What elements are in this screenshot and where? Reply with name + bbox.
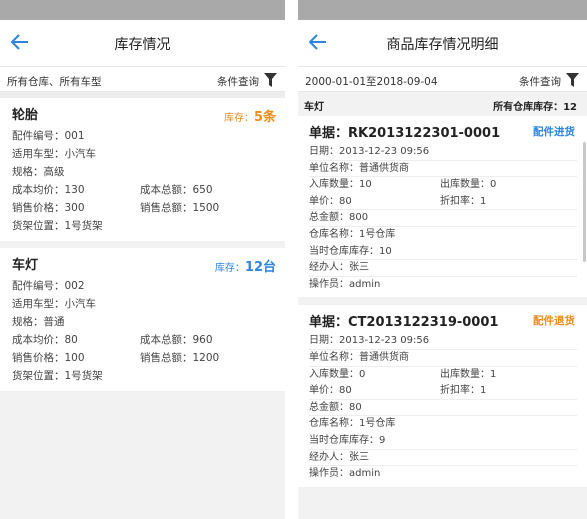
total-sales: 销售总额：1500 bbox=[140, 202, 220, 214]
current-stock: 当时仓库库存：9 bbox=[309, 433, 577, 450]
discount: 折扣率：1 bbox=[440, 385, 487, 397]
query-button[interactable]: 条件查询 bbox=[217, 74, 259, 89]
current-stock: 当时仓库库存：10 bbox=[309, 244, 577, 261]
in-qty: 入库数量：0 bbox=[309, 368, 366, 380]
record-card[interactable]: 单据：RK2013122301-0001 配件进货 日期：2013-12-23 … bbox=[298, 116, 587, 298]
warehouse-name: 仓库名称：1号仓库 bbox=[309, 418, 396, 430]
filter-funnel-icon[interactable] bbox=[566, 73, 579, 87]
shelf: 货架位置：1号货架 bbox=[12, 370, 103, 382]
avg-cost: 成本均价：80 bbox=[12, 334, 78, 346]
record-type-tag: 配件退货 bbox=[533, 315, 575, 328]
filter-summary: 所有仓库、所有车型 bbox=[7, 76, 102, 88]
date-range: 2000-01-01至2018-09-04 bbox=[305, 76, 438, 88]
total-cost: 成本总额：650 bbox=[140, 184, 213, 196]
inventory-card[interactable]: 轮胎 库存：5条 配件编号：001 适用车型：小汽车 规格：高级 成本均价：13… bbox=[0, 98, 285, 241]
out-qty: 出库数量：0 bbox=[440, 179, 497, 191]
title-bar: 商品库存情况明细 bbox=[298, 20, 587, 66]
total-cost: 成本总额：960 bbox=[140, 334, 213, 346]
all-warehouse-stock: 所有仓库库存：12 bbox=[493, 102, 577, 113]
query-button[interactable]: 条件查询 bbox=[519, 74, 561, 89]
status-bar bbox=[0, 0, 285, 20]
inventory-detail-screen: 商品库存情况明细 2000-01-01至2018-09-04 条件查询 车灯 所… bbox=[298, 0, 587, 519]
total-amount: 总金额：80 bbox=[309, 400, 577, 417]
spec: 规格：高级 bbox=[12, 166, 65, 178]
out-qty: 出库数量：1 bbox=[440, 368, 497, 380]
total-amount: 总金额：800 bbox=[309, 210, 577, 227]
stock-badge: 库存：12台 bbox=[214, 260, 276, 275]
unit-price: 单价：80 bbox=[309, 385, 352, 397]
record-card[interactable]: 单据：CT2013122319-0001 配件退货 日期：2013-12-23 … bbox=[298, 305, 587, 487]
filter-funnel-icon[interactable] bbox=[264, 73, 277, 87]
unit-price: 单价：80 bbox=[309, 195, 352, 207]
spec: 规格：普通 bbox=[12, 316, 65, 328]
part-no: 配件编号：002 bbox=[12, 280, 85, 292]
record-date: 日期：2013-12-23 09:56 bbox=[309, 144, 577, 161]
in-qty: 入库数量：10 bbox=[309, 179, 372, 191]
operator: 操作员：admin bbox=[309, 278, 381, 290]
page-title: 商品库存情况明细 bbox=[386, 37, 499, 53]
sale-price: 销售价格：100 bbox=[12, 352, 85, 364]
scrollbar[interactable] bbox=[583, 142, 586, 262]
title-bar: 库存情况 bbox=[0, 20, 285, 66]
inventory-card[interactable]: 车灯 库存：12台 配件编号：002 适用车型：小汽车 规格：普通 成本均价：8… bbox=[0, 248, 285, 391]
record-unit: 单位名称：普通供货商 bbox=[309, 350, 577, 367]
operator: 操作员：admin bbox=[309, 468, 381, 480]
status-bar bbox=[298, 0, 587, 20]
record-unit: 单位名称：普通供货商 bbox=[309, 161, 577, 178]
product-summary: 车灯 所有仓库库存：12 bbox=[298, 92, 587, 116]
handler: 经办人：张三 bbox=[309, 450, 577, 467]
model: 适用车型：小汽车 bbox=[12, 298, 96, 310]
total-sales: 销售总额：1200 bbox=[140, 352, 220, 364]
product-name: 车灯 bbox=[304, 102, 324, 113]
stock-badge: 库存：5条 bbox=[223, 110, 276, 125]
sale-price: 销售价格：300 bbox=[12, 202, 85, 214]
shelf: 货架位置：1号货架 bbox=[12, 220, 103, 232]
model: 适用车型：小汽车 bbox=[12, 148, 96, 160]
page-title: 库存情况 bbox=[114, 37, 171, 53]
part-no: 配件编号：001 bbox=[12, 130, 85, 142]
avg-cost: 成本均价：130 bbox=[12, 184, 85, 196]
filter-bar: 2000-01-01至2018-09-04 条件查询 bbox=[298, 66, 587, 92]
inventory-screen: 库存情况 所有仓库、所有车型 条件查询 轮胎 库存：5条 配件编号：001 适用… bbox=[0, 0, 285, 519]
record-date: 日期：2013-12-23 09:56 bbox=[309, 333, 577, 350]
discount: 折扣率：1 bbox=[440, 195, 487, 207]
handler: 经办人：张三 bbox=[309, 260, 577, 277]
warehouse-name: 仓库名称：1号仓库 bbox=[309, 228, 396, 240]
record-type-tag: 配件进货 bbox=[533, 126, 575, 138]
filter-bar: 所有仓库、所有车型 条件查询 bbox=[0, 66, 285, 92]
